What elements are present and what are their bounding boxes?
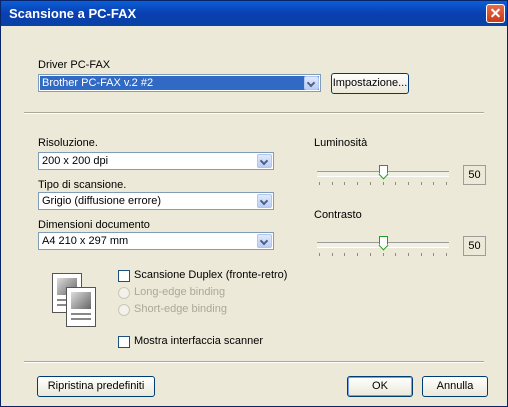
brightness-slider-thumb[interactable] [379, 165, 388, 178]
doc-size-label: Dimensioni documento [38, 219, 150, 231]
document-line [71, 313, 91, 315]
settings-button[interactable]: Impostazione... [331, 73, 409, 94]
slider-tick [331, 253, 333, 256]
cancel-button[interactable]: Annulla [422, 376, 488, 397]
show-scanner-interface-checkbox[interactable] [118, 336, 130, 348]
restore-defaults-button[interactable]: Ripristina predefiniti [37, 376, 155, 397]
contrast-ticks [319, 253, 447, 256]
slider-tick [369, 182, 371, 185]
window-title: Scansione a PC-FAX [9, 6, 137, 21]
driver-select-value: Brother PC-FAX v.2 #2 [40, 76, 319, 90]
slider-tick [446, 253, 447, 256]
doc-size-select[interactable]: A4 210 x 297 mm [38, 232, 274, 250]
slider-tick [420, 253, 422, 256]
contrast-label: Contrasto [314, 209, 362, 221]
chevron-down-icon[interactable] [257, 154, 272, 168]
chevron-down-icon[interactable] [304, 76, 319, 90]
chevron-down-icon[interactable] [257, 194, 272, 208]
slider-tick [382, 182, 384, 185]
title-bar[interactable]: Scansione a PC-FAX [1, 1, 507, 26]
document-front-icon [66, 287, 96, 327]
short-edge-radio[interactable] [118, 304, 130, 316]
slider-tick [319, 182, 320, 185]
brightness-ticks [319, 182, 447, 185]
document-line [71, 318, 91, 320]
slider-tick [433, 182, 435, 185]
chevron-down-icon[interactable] [257, 234, 272, 248]
slider-tick [331, 182, 333, 185]
slider-tick [446, 182, 447, 185]
dialog-window: Scansione a PC-FAX Driver PC-FAX Brother… [0, 0, 508, 407]
resolution-select[interactable]: 200 x 200 dpi [38, 152, 274, 170]
document-picture [71, 292, 91, 309]
contrast-value: 50 [463, 236, 486, 256]
slider-tick [319, 253, 320, 256]
long-edge-label[interactable]: Long-edge binding [134, 286, 225, 298]
scan-type-select[interactable]: Grigio (diffusione errore) [38, 192, 274, 210]
show-scanner-interface-label[interactable]: Mostra interfaccia scanner [134, 335, 263, 347]
slider-tick [369, 253, 371, 256]
doc-size-select-value: A4 210 x 297 mm [42, 235, 129, 247]
divider-bottom [24, 361, 484, 363]
slider-tick [420, 182, 422, 185]
slider-tick [344, 253, 346, 256]
slider-tick [395, 253, 397, 256]
driver-select[interactable]: Brother PC-FAX v.2 #2 [38, 74, 321, 92]
close-button[interactable] [486, 4, 505, 23]
slider-tick [433, 253, 435, 256]
slider-tick [357, 253, 359, 256]
duplex-checkbox[interactable] [118, 270, 130, 282]
brightness-label: Luminosità [314, 137, 368, 149]
slider-tick [344, 182, 346, 185]
driver-label: Driver PC-FAX [38, 59, 111, 71]
slider-tick [407, 182, 409, 185]
divider-top [24, 112, 484, 114]
long-edge-radio[interactable] [118, 287, 130, 299]
slider-tick [357, 182, 359, 185]
resolution-label: Risoluzione. [38, 137, 98, 149]
slider-tick [395, 182, 397, 185]
short-edge-label[interactable]: Short-edge binding [134, 303, 227, 315]
slider-tick [407, 253, 409, 256]
scan-type-label: Tipo di scansione. [38, 179, 127, 191]
ok-button[interactable]: OK [347, 376, 413, 397]
duplex-checkbox-label[interactable]: Scansione Duplex (fronte-retro) [134, 269, 287, 281]
brightness-value: 50 [463, 165, 486, 185]
contrast-slider-thumb[interactable] [379, 236, 388, 249]
resolution-select-value: 200 x 200 dpi [42, 155, 109, 167]
slider-tick [382, 253, 384, 256]
scan-type-select-value: Grigio (diffusione errore) [42, 195, 162, 207]
